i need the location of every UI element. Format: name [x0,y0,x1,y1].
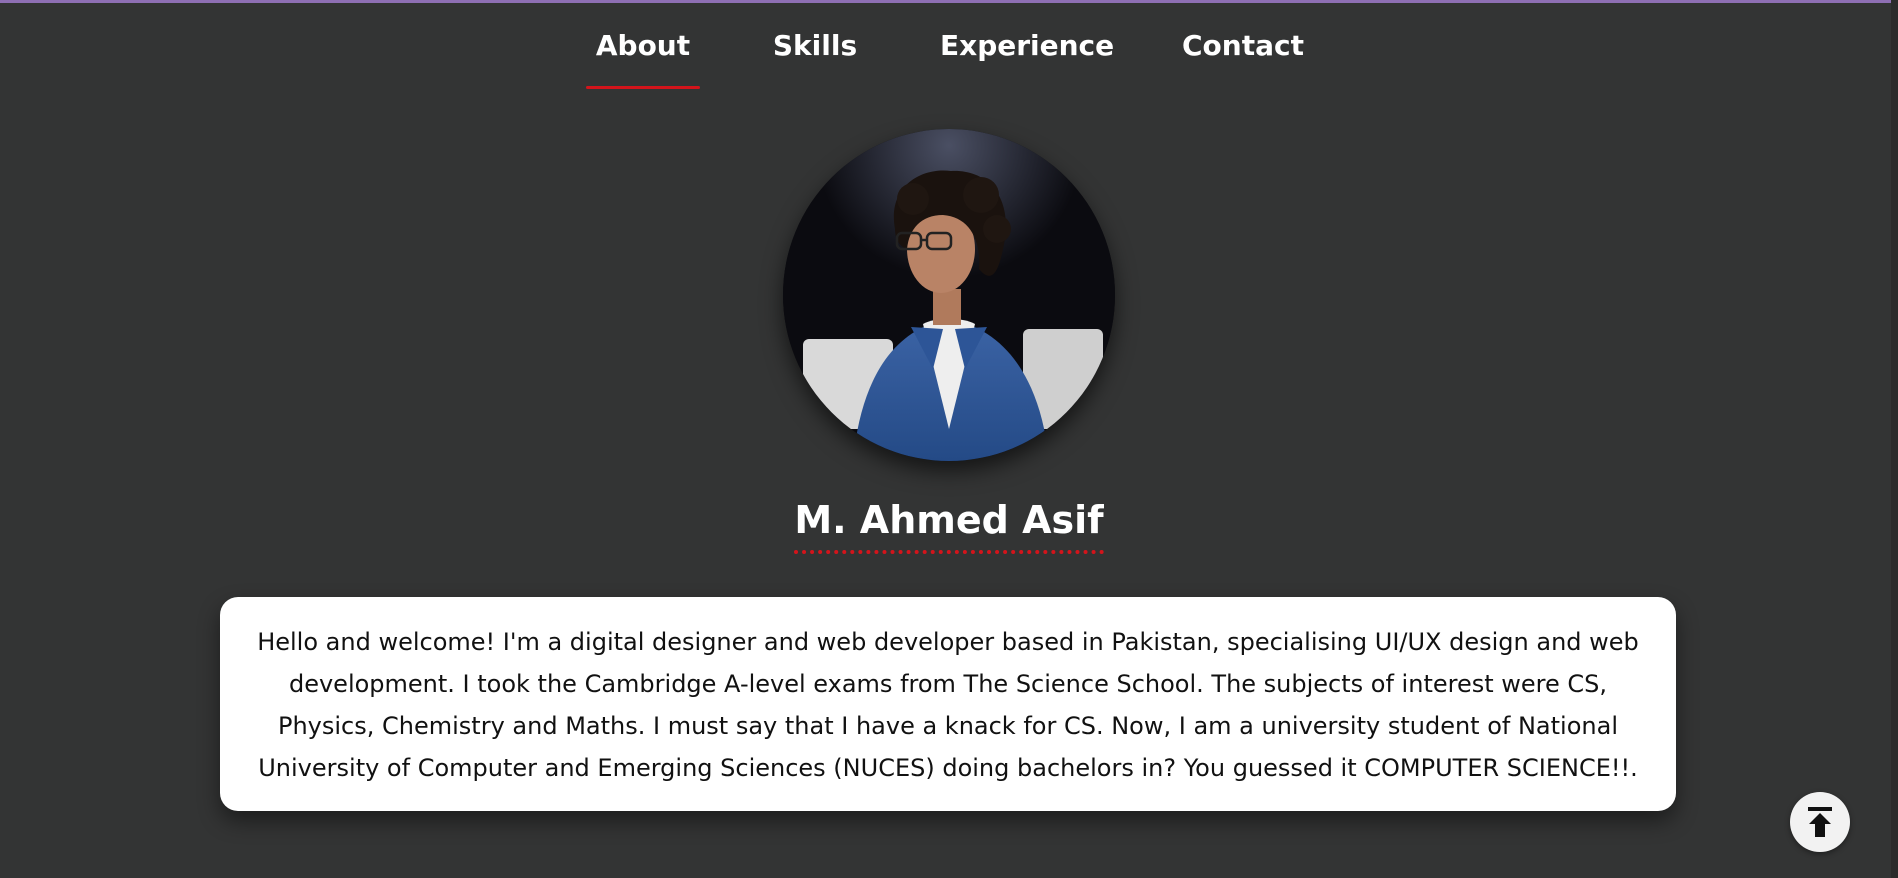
nav-experience[interactable]: Experience [940,28,1114,64]
scroll-to-top-button[interactable] [1790,792,1850,852]
avatar-portrait [783,129,1115,461]
main-nav: About Skills Experience Contact [0,0,1898,92]
nav-contact[interactable]: Contact [1182,28,1304,64]
nav-active-underline [586,86,700,89]
profile-avatar [783,129,1115,461]
nav-about[interactable]: About [586,28,700,64]
page-scrollbar[interactable] [1891,0,1898,878]
bio-card: Hello and welcome! I'm a digital designe… [220,597,1676,811]
bio-text: Hello and welcome! I'm a digital designe… [257,628,1639,782]
profile-name: M. Ahmed Asif [794,496,1104,554]
arrow-up-to-line-icon [1808,807,1832,837]
nav-skills[interactable]: Skills [772,28,858,64]
profile-name-block: M. Ahmed Asif [0,496,1898,554]
